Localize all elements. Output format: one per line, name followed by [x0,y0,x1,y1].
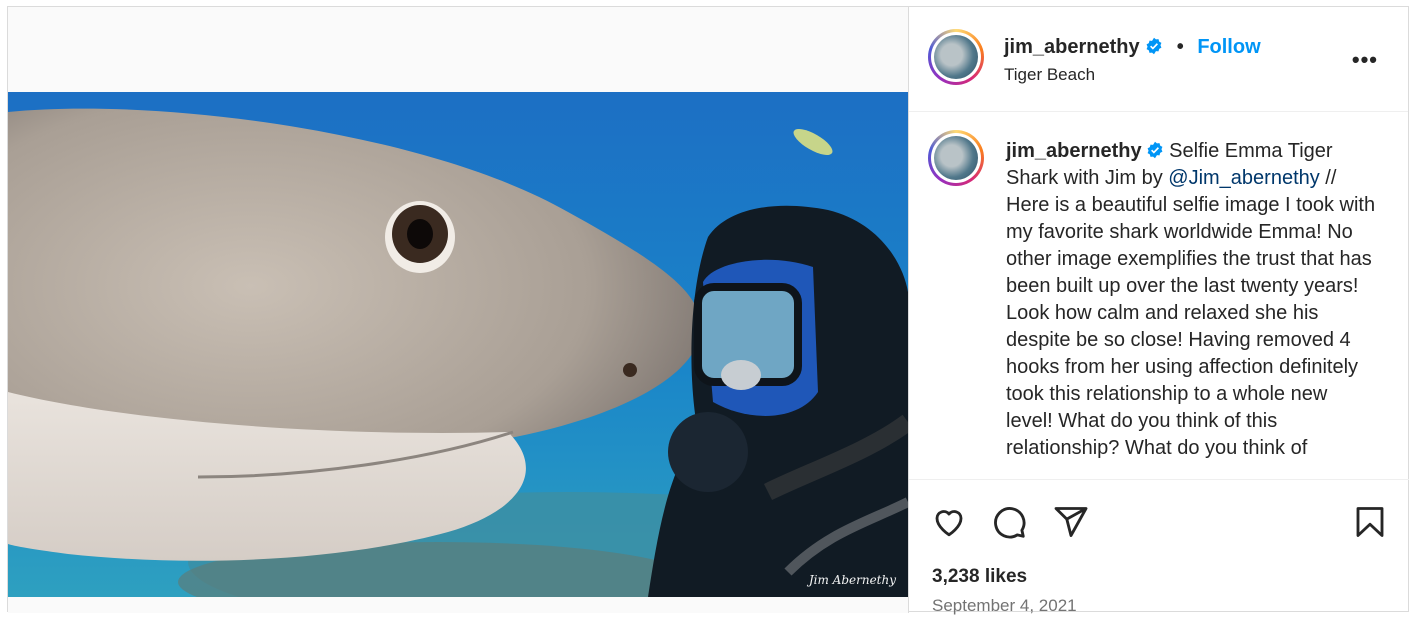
caption-text-rest: // Here is a beautiful selfie image I to… [1006,167,1376,459]
post-card: Jim Abernethy jim_abernethy • Follow Tig… [7,6,1409,616]
shark-selfie-image [8,92,908,597]
comment-icon[interactable] [991,504,1027,540]
author-username[interactable]: jim_abernethy [1004,36,1140,58]
bookmark-icon[interactable] [1352,504,1388,540]
caption-username[interactable]: jim_abernethy [1006,140,1142,162]
heart-icon[interactable] [931,504,967,540]
caption-mention-link[interactable]: @Jim_abernethy [1168,167,1319,189]
action-bar: 3,238 likes September 4, 2021 [909,479,1409,616]
share-icon[interactable] [1053,504,1089,540]
post-photo[interactable]: Jim Abernethy [8,92,908,597]
post-sidebar: jim_abernethy • Follow Tiger Beach ••• j… [908,7,1409,616]
verified-badge-icon [1146,37,1162,55]
likes-count[interactable]: 3,238 likes [932,566,1027,588]
post-location[interactable]: Tiger Beach [1004,65,1095,85]
author-avatar[interactable] [928,29,984,85]
header-user-line: jim_abernethy • Follow [1004,36,1261,59]
photo-watermark: Jim Abernethy [808,573,896,587]
caption-area: jim_abernethy Selfie Emma Tiger Shark wi… [909,111,1409,479]
verified-badge-icon [1147,141,1163,159]
post-caption: jim_abernethy Selfie Emma Tiger Shark wi… [1006,138,1376,462]
follow-button[interactable]: Follow [1197,36,1260,58]
post-media: Jim Abernethy [8,7,908,613]
post-date[interactable]: September 4, 2021 [932,596,1077,616]
header-separator: • [1176,36,1184,58]
post-header: jim_abernethy • Follow Tiger Beach ••• [909,7,1408,112]
caption-avatar[interactable] [928,130,984,186]
more-options-icon[interactable]: ••• [1352,47,1378,73]
